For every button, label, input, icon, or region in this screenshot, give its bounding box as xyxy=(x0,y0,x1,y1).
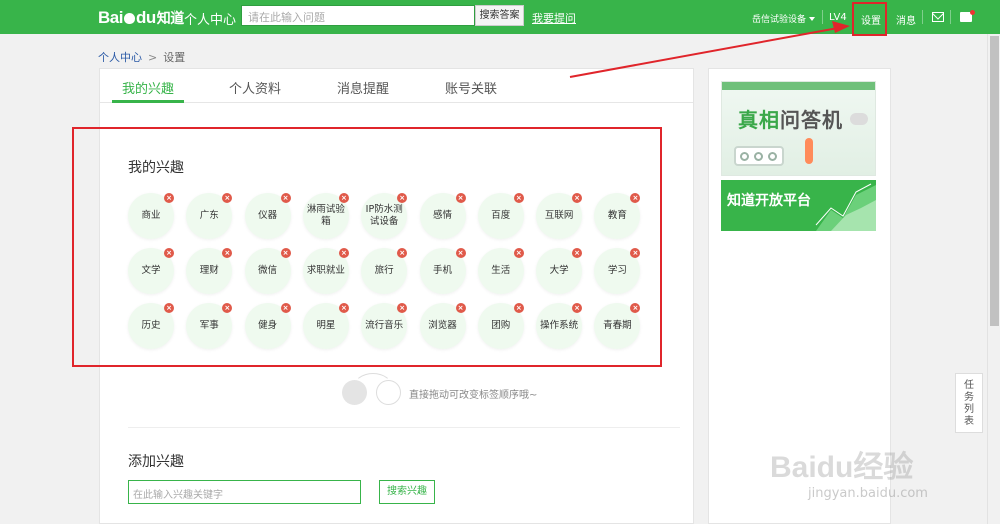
task-list-button[interactable]: 任 务 列 表 xyxy=(955,373,983,433)
scrollbar[interactable] xyxy=(987,34,1000,524)
truth-qa-machine-banner[interactable]: 真相问答机 xyxy=(721,81,876,176)
open-platform-title: 知道开放平台 xyxy=(727,193,811,209)
banner-title: 真相问答机 xyxy=(738,104,843,133)
dial-icon xyxy=(740,152,749,161)
watermark-url: jingyan.baidu.com xyxy=(808,486,928,501)
machine-icon xyxy=(734,146,784,166)
task-list-char: 务 xyxy=(964,392,974,403)
task-list-char: 列 xyxy=(964,404,974,415)
task-list-char: 任 xyxy=(964,380,974,391)
open-platform-banner[interactable]: 知道开放平台 xyxy=(721,180,876,231)
banner-stripe xyxy=(722,82,875,90)
scrollbar-thumb[interactable] xyxy=(990,36,999,326)
banner-title-gray: 问答机 xyxy=(780,108,843,132)
task-list-char: 表 xyxy=(964,416,974,427)
baidu-jingyan-watermark: Baidu经验 xyxy=(770,451,914,484)
banner-title-green: 真相 xyxy=(738,108,780,132)
robot-eyes-icon xyxy=(850,113,868,125)
dial-icon xyxy=(768,152,777,161)
dial-icon xyxy=(754,152,763,161)
thermometer-icon xyxy=(805,138,813,164)
